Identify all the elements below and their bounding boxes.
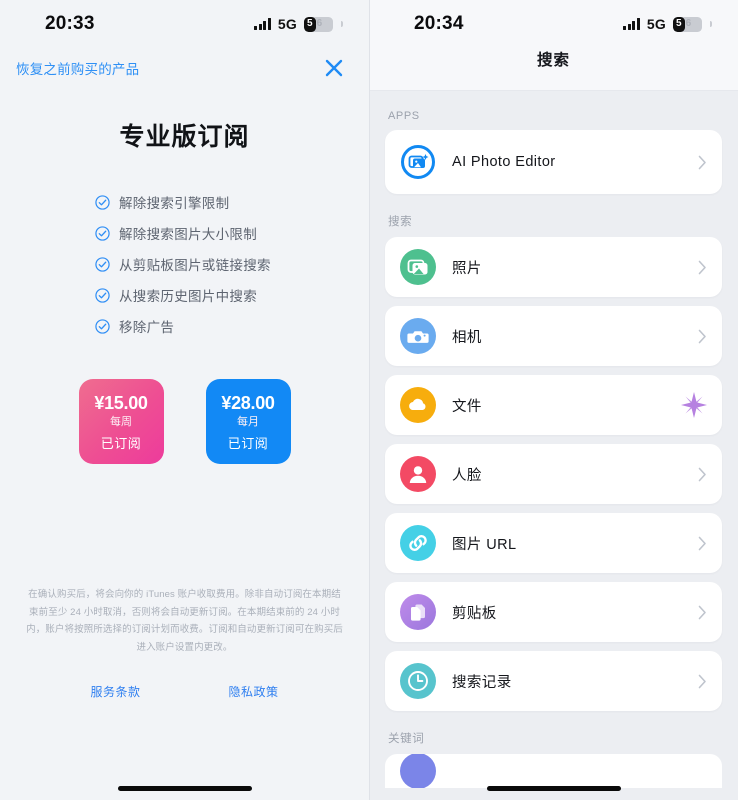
footer-links: 服务条款 隐私政策 bbox=[0, 683, 369, 700]
check-circle-icon bbox=[95, 287, 110, 303]
status-time: 20:33 bbox=[45, 13, 95, 34]
signal-icon bbox=[254, 18, 271, 30]
plan-status-badge: 已订阅 bbox=[227, 435, 269, 451]
plan-period: 每月 bbox=[237, 415, 259, 428]
chevron-right-icon bbox=[698, 536, 707, 551]
photos-icon bbox=[400, 249, 436, 285]
list-item-search-history[interactable]: 搜索记录 bbox=[385, 651, 722, 711]
list-item-camera[interactable]: 相机 bbox=[385, 306, 722, 366]
battery-tip-icon bbox=[341, 21, 343, 27]
panel-divider bbox=[369, 0, 370, 800]
camera-icon bbox=[400, 318, 436, 354]
list-item-label: 文件 bbox=[452, 398, 482, 415]
chevron-right-icon bbox=[698, 329, 707, 344]
check-circle-icon bbox=[95, 225, 110, 241]
battery-level: 5 bbox=[307, 18, 313, 29]
close-icon[interactable] bbox=[321, 55, 347, 81]
home-indicator bbox=[486, 786, 621, 791]
check-circle-icon bbox=[95, 194, 110, 210]
battery-icon: 5 6 bbox=[304, 16, 333, 32]
home-indicator bbox=[117, 786, 252, 791]
sparkle-icon[interactable] bbox=[681, 392, 707, 418]
history-clock-icon bbox=[400, 663, 436, 699]
link-icon bbox=[400, 525, 436, 561]
list-item-label: 图片 URL bbox=[452, 536, 517, 553]
signal-icon bbox=[623, 18, 640, 30]
privacy-policy-link[interactable]: 隐私政策 bbox=[229, 683, 279, 700]
chevron-right-icon bbox=[698, 155, 707, 170]
feature-label: 解除搜索图片大小限制 bbox=[119, 227, 257, 242]
navigation-bar: 搜索 bbox=[369, 48, 738, 91]
cloud-files-icon bbox=[400, 387, 436, 423]
status-indicators: 5G 5 6 bbox=[623, 16, 712, 32]
keyword-avatar-icon bbox=[400, 754, 436, 788]
plan-price: ¥15.00 bbox=[94, 392, 148, 413]
section-header-apps: APPS bbox=[388, 110, 420, 122]
network-label: 5G bbox=[277, 16, 297, 32]
list-item: 移除广告 bbox=[95, 316, 174, 336]
status-time: 20:34 bbox=[414, 13, 464, 34]
list-item: 从搜索历史图片中搜索 bbox=[95, 285, 257, 305]
status-indicators: 5G 5 6 bbox=[254, 16, 343, 32]
section-header-keywords: 关键词 bbox=[388, 733, 425, 745]
chevron-right-icon bbox=[698, 674, 707, 689]
dual-phone-screenshot: 20:33 5G 5 6 恢复之前购买的产品 专业版订阅 解除搜索引擎限制 解除… bbox=[0, 0, 738, 800]
status-bar-left: 20:33 5G 5 6 bbox=[0, 0, 369, 48]
check-circle-icon bbox=[95, 256, 110, 272]
ai-photo-editor-icon bbox=[400, 144, 436, 180]
chevron-right-icon bbox=[698, 605, 707, 620]
paywall-screen: 20:33 5G 5 6 恢复之前购买的产品 专业版订阅 解除搜索引擎限制 解除… bbox=[0, 0, 369, 800]
list-item-keyword-partial[interactable] bbox=[385, 754, 722, 788]
page-title: 搜索 bbox=[536, 52, 570, 69]
battery-icon: 5 6 bbox=[673, 16, 702, 32]
paywall-top-bar: 恢复之前购买的产品 bbox=[0, 48, 369, 84]
battery-level: 5 bbox=[676, 18, 682, 29]
network-label: 5G bbox=[646, 16, 666, 32]
restore-purchase-button[interactable]: 恢复之前购买的产品 bbox=[16, 58, 139, 78]
clipboard-icon bbox=[400, 594, 436, 630]
list-item: 解除搜索图片大小限制 bbox=[95, 223, 257, 243]
plan-card-monthly[interactable]: ¥28.00 每月 已订阅 bbox=[205, 379, 291, 464]
list-item-ai-photo-editor[interactable]: AI Photo Editor bbox=[385, 130, 722, 194]
list-item-photos[interactable]: 照片 bbox=[385, 237, 722, 297]
list-item: 解除搜索引擎限制 bbox=[95, 192, 229, 212]
plan-period: 每周 bbox=[110, 415, 132, 428]
battery-level-tail: 6 bbox=[685, 18, 692, 29]
terms-of-service-link[interactable]: 服务条款 bbox=[90, 683, 140, 700]
list-item-label: 相机 bbox=[452, 329, 482, 346]
page-title: 专业版订阅 bbox=[119, 123, 250, 151]
search-list[interactable]: APPS AI Photo Editor 搜索 照片 相机 文件 人脸 图片 U… bbox=[369, 91, 738, 800]
plan-card-weekly[interactable]: ¥15.00 每周 已订阅 bbox=[78, 379, 164, 464]
list-item-label: 搜索记录 bbox=[452, 674, 512, 691]
list-item: 从剪贴板图片或链接搜索 bbox=[95, 254, 271, 274]
feature-label: 移除广告 bbox=[119, 320, 175, 335]
list-item-label: 剪贴板 bbox=[452, 605, 497, 622]
check-circle-icon bbox=[95, 318, 110, 334]
feature-list: 解除搜索引擎限制 解除搜索图片大小限制 从剪贴板图片或链接搜索 从搜索历史图片中… bbox=[0, 192, 369, 336]
legal-disclaimer: 在确认购买后，将会向你的 iTunes 账户收取费用。除非自动订阅在本期结束前至… bbox=[26, 589, 343, 653]
plan-price: ¥28.00 bbox=[221, 392, 275, 413]
list-item-clipboard[interactable]: 剪贴板 bbox=[385, 582, 722, 642]
plan-status-badge: 已订阅 bbox=[100, 435, 142, 451]
list-item-label: 人脸 bbox=[452, 467, 482, 484]
list-item-label: AI Photo Editor bbox=[452, 154, 556, 170]
status-bar-right: 20:34 5G 5 6 bbox=[369, 0, 738, 48]
list-item-face[interactable]: 人脸 bbox=[385, 444, 722, 504]
battery-tip-icon bbox=[710, 21, 712, 27]
feature-label: 从搜索历史图片中搜索 bbox=[119, 289, 257, 304]
feature-label: 从剪贴板图片或链接搜索 bbox=[119, 258, 271, 273]
list-item-files[interactable]: 文件 bbox=[385, 375, 722, 435]
battery-level-tail: 6 bbox=[316, 18, 323, 29]
list-item-image-url[interactable]: 图片 URL bbox=[385, 513, 722, 573]
list-item-label: 照片 bbox=[452, 260, 482, 277]
chevron-right-icon bbox=[698, 467, 707, 482]
plan-options: ¥15.00 每周 已订阅 ¥28.00 每月 已订阅 bbox=[0, 379, 369, 464]
face-icon bbox=[400, 456, 436, 492]
feature-label: 解除搜索引擎限制 bbox=[119, 196, 230, 211]
search-screen: 20:34 5G 5 6 搜索 APPS AI Photo Editor 搜索 … bbox=[369, 0, 738, 800]
section-header-search: 搜索 bbox=[388, 216, 413, 228]
chevron-right-icon bbox=[698, 260, 707, 275]
